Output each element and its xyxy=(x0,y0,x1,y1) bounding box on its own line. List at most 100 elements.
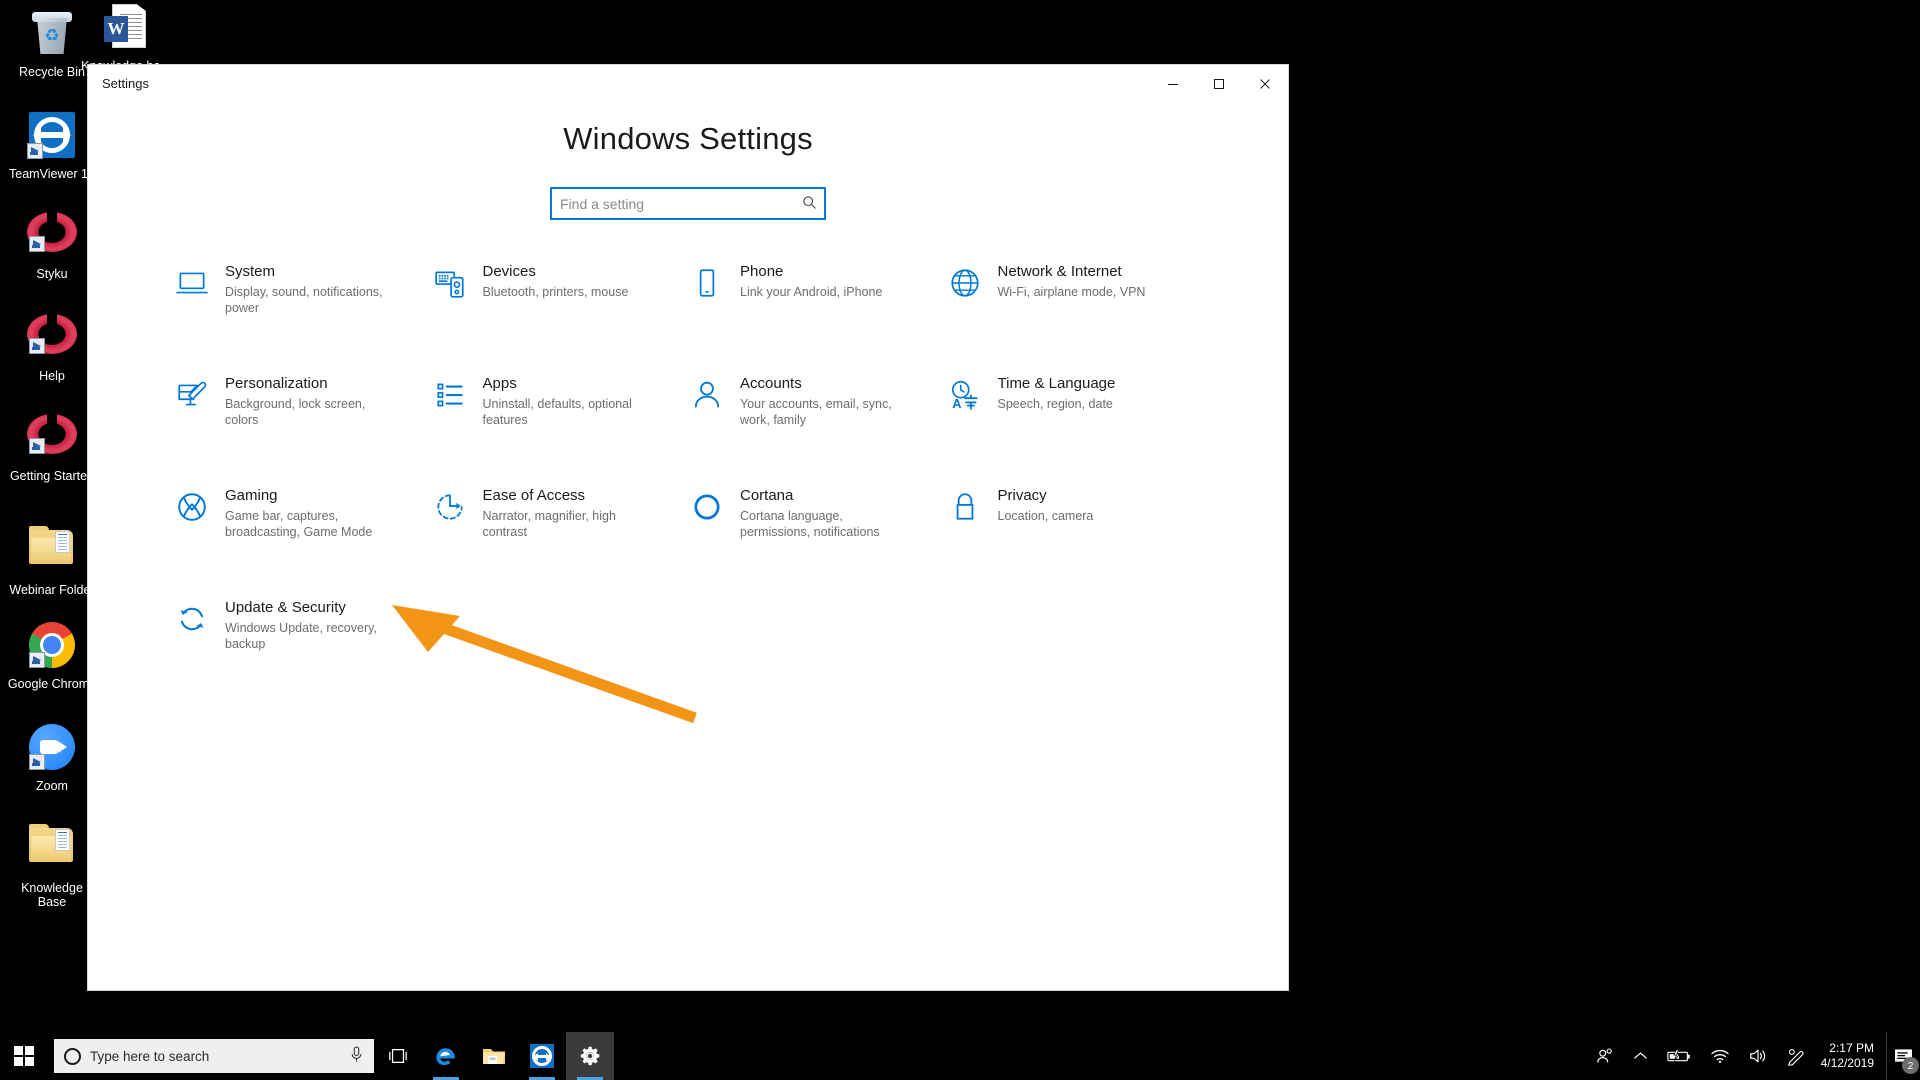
page-title: Windows Settings xyxy=(88,121,1288,157)
settings-category-apps[interactable]: Apps Uninstall, defaults, optional featu… xyxy=(431,374,689,428)
start-button[interactable] xyxy=(0,1032,48,1080)
desktop-icon-help[interactable]: Help xyxy=(6,310,98,383)
settings-content: Windows Settings Syste xyxy=(88,121,1288,652)
desktop-icon-styku[interactable]: Styku xyxy=(6,208,98,281)
teamviewer-icon xyxy=(27,112,77,162)
taskbar-item-task-view[interactable] xyxy=(374,1032,422,1080)
settings-category-gaming[interactable]: Gaming Game bar, captures, broadcasting,… xyxy=(173,486,431,540)
close-button[interactable] xyxy=(1242,65,1288,103)
settings-category-devices[interactable]: Devices Bluetooth, printers, mouse xyxy=(431,262,689,316)
desktop-icon-knowledge-base-folder[interactable]: Knowledge Base xyxy=(6,820,98,909)
brush-icon xyxy=(173,376,211,414)
devices-icon xyxy=(431,264,469,302)
category-subtitle: Location, camera xyxy=(998,508,1094,524)
search-container xyxy=(550,187,826,220)
category-title: Network & Internet xyxy=(998,263,1146,281)
chrome-icon xyxy=(27,622,77,672)
settings-category-system[interactable]: System Display, sound, notifications, po… xyxy=(173,262,431,316)
category-title: Devices xyxy=(483,263,629,281)
pen-icon[interactable] xyxy=(1777,1032,1815,1080)
settings-category-time-language[interactable]: A Time & Language Speech, region, date xyxy=(946,374,1204,428)
category-subtitle: Cortana language, permissions, notificat… xyxy=(740,508,905,540)
desktop-icon-label: TeamViewer 14 xyxy=(6,167,98,181)
task-view-icon xyxy=(388,1046,408,1066)
desktop-icon-label: Getting Started xyxy=(6,469,98,483)
category-subtitle: Uninstall, defaults, optional features xyxy=(483,396,648,428)
category-subtitle: Display, sound, notifications, power xyxy=(225,284,390,316)
desktop-icon-teamviewer[interactable]: TeamViewer 14 xyxy=(6,110,98,181)
search-input[interactable] xyxy=(550,187,826,220)
minimize-button[interactable] xyxy=(1150,65,1196,103)
file-explorer-icon xyxy=(481,1045,507,1067)
clock-language-icon: A xyxy=(946,376,984,414)
desktop-icon-google-chrome[interactable]: Google Chrome xyxy=(6,620,98,691)
desktop-icon-webinar-folder[interactable]: Webinar Folder xyxy=(6,522,98,597)
desktop-icon-label: Styku xyxy=(6,267,98,281)
category-subtitle: Speech, region, date xyxy=(998,396,1116,412)
category-title: Gaming xyxy=(225,487,390,505)
window-titlebar[interactable]: Settings xyxy=(88,65,1288,103)
settings-category-privacy[interactable]: Privacy Location, camera xyxy=(946,486,1204,540)
taskbar-search-placeholder: Type here to search xyxy=(90,1049,340,1064)
gear-icon xyxy=(578,1044,602,1068)
category-title: Ease of Access xyxy=(483,487,648,505)
desktop-icon-label: Webinar Folder xyxy=(6,583,98,597)
desktop-icon-label: Zoom xyxy=(6,779,98,793)
cortana-icon xyxy=(688,488,726,526)
styku-help-icon xyxy=(27,314,77,364)
svg-text:A: A xyxy=(952,396,961,411)
battery-icon[interactable] xyxy=(1657,1032,1701,1080)
taskbar-clock[interactable]: 2:17 PM 4/12/2019 xyxy=(1815,1032,1886,1080)
zoom-icon xyxy=(27,724,77,774)
folder-icon xyxy=(27,528,77,578)
category-subtitle: Narrator, magnifier, high contrast xyxy=(483,508,648,540)
category-subtitle: Windows Update, recovery, backup xyxy=(225,620,390,652)
action-center-button[interactable]: 2 xyxy=(1886,1032,1920,1080)
settings-category-cortana[interactable]: Cortana Cortana language, permissions, n… xyxy=(688,486,946,540)
system-tray: 2:17 PM 4/12/2019 2 xyxy=(1586,1032,1920,1080)
word-document-icon: W xyxy=(102,2,150,54)
taskbar-search-box[interactable]: Type here to search xyxy=(54,1039,374,1073)
desktop-icon-label: Help xyxy=(6,369,98,383)
taskbar-item-settings[interactable] xyxy=(566,1032,614,1080)
taskbar-item-file-explorer[interactable] xyxy=(470,1032,518,1080)
category-title: Cortana xyxy=(740,487,905,505)
settings-window[interactable]: Settings Windows Settings xyxy=(88,65,1288,990)
settings-category-network-internet[interactable]: Network & Internet Wi-Fi, airplane mode,… xyxy=(946,262,1204,316)
monitor-icon xyxy=(173,264,211,302)
globe-icon xyxy=(946,264,984,302)
window-title: Settings xyxy=(102,76,149,91)
people-icon[interactable] xyxy=(1586,1032,1624,1080)
category-title: Privacy xyxy=(998,487,1094,505)
category-subtitle: Wi-Fi, airplane mode, VPN xyxy=(998,284,1146,300)
settings-category-ease-of-access[interactable]: Ease of Access Narrator, magnifier, high… xyxy=(431,486,689,540)
category-subtitle: Background, lock screen, colors xyxy=(225,396,390,428)
edge-icon xyxy=(433,1043,459,1069)
category-subtitle: Link your Android, iPhone xyxy=(740,284,882,300)
settings-category-accounts[interactable]: Accounts Your accounts, email, sync, wor… xyxy=(688,374,946,428)
wifi-icon[interactable] xyxy=(1701,1032,1739,1080)
category-title: Apps xyxy=(483,375,648,393)
person-icon xyxy=(688,376,726,414)
maximize-button[interactable] xyxy=(1196,65,1242,103)
ease-of-access-icon xyxy=(431,488,469,526)
recycle-bin-icon: ♻ xyxy=(27,10,77,60)
windows-logo-icon xyxy=(14,1046,34,1066)
settings-category-update-security[interactable]: Update & Security Windows Update, recove… xyxy=(173,598,431,652)
notification-badge: 2 xyxy=(1902,1057,1919,1074)
folder-icon xyxy=(27,826,77,876)
taskbar-item-teamviewer[interactable] xyxy=(518,1032,566,1080)
volume-icon[interactable] xyxy=(1739,1032,1777,1080)
settings-category-personalization[interactable]: Personalization Background, lock screen,… xyxy=(173,374,431,428)
desktop-icon-label: Google Chrome xyxy=(6,677,98,691)
settings-category-phone[interactable]: Phone Link your Android, iPhone xyxy=(688,262,946,316)
desktop-icon-zoom[interactable]: Zoom xyxy=(6,722,98,793)
desktop-icon-knowledge-base-doc[interactable]: W Knowledge ba... xyxy=(76,2,176,73)
lock-icon xyxy=(946,488,984,526)
taskbar[interactable]: Type here to search xyxy=(0,1032,1920,1080)
taskbar-item-edge[interactable] xyxy=(422,1032,470,1080)
chevron-up-icon[interactable] xyxy=(1624,1032,1657,1080)
microphone-icon[interactable] xyxy=(349,1046,364,1066)
styku-getting-started-icon xyxy=(27,414,77,464)
desktop-icon-getting-started[interactable]: Getting Started xyxy=(6,410,98,483)
